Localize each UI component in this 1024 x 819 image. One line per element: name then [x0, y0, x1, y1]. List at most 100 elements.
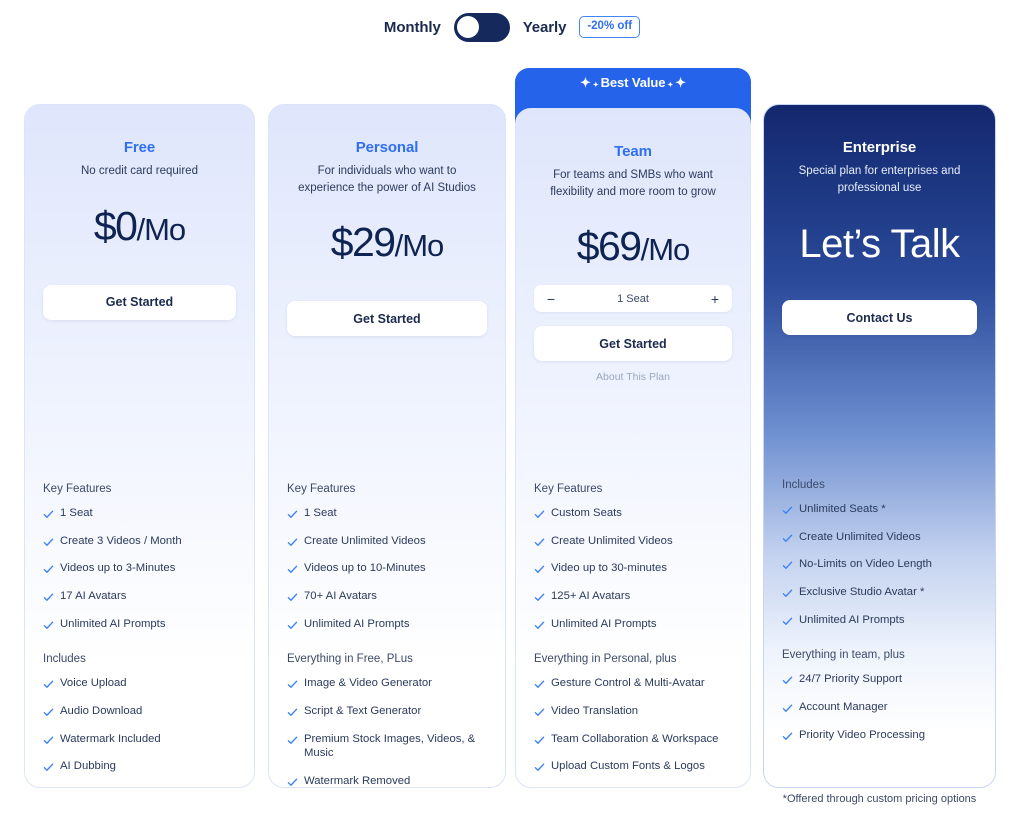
feature-list: Includes Unlimited Seats * Create Unlimi…	[782, 479, 981, 755]
feature-text: Premium Stock Images, Videos, & Music	[304, 732, 476, 760]
check-icon	[43, 509, 54, 520]
check-icon	[287, 537, 298, 548]
feature-item: Premium Stock Images, Videos, & Music	[287, 732, 491, 761]
check-icon	[287, 620, 298, 631]
price-period: /Mo	[640, 232, 691, 268]
feature-text: 24/7 Priority Support	[799, 673, 902, 686]
feature-item: Create Unlimited Videos	[287, 534, 491, 549]
check-icon	[534, 620, 545, 631]
feature-text: Create Unlimited Videos	[799, 530, 921, 543]
feature-text: Video Translation	[551, 705, 639, 718]
feature-text: No-Limits on Video Length	[799, 558, 932, 571]
feature-text: Unlimited AI Prompts	[304, 617, 410, 630]
plan-description: Special plan for enterprises and profess…	[798, 165, 961, 194]
feature-item: 1 Seat	[287, 506, 491, 521]
feature-item: Image & Video Generator	[287, 676, 491, 691]
yearly-discount-badge[interactable]: -20% off	[579, 15, 641, 39]
price-amount: $0	[93, 202, 138, 249]
feature-group-heading: Includes	[782, 479, 825, 491]
feature-text: Upload Custom Fonts & Logos	[551, 760, 705, 773]
check-icon	[43, 620, 54, 631]
sparkle-small-icon: ✦	[667, 82, 674, 89]
plan-name: Enterprise	[842, 139, 917, 156]
feature-item: Priority Video Processing	[782, 728, 981, 743]
get-started-button[interactable]: Get Started	[43, 284, 236, 320]
sparkle-small-icon: ✦	[592, 82, 599, 89]
check-icon	[43, 679, 54, 690]
feature-text: Team Collaboration & Workspace	[551, 732, 719, 745]
plan-description: For teams and SMBs who want flexibility …	[550, 169, 716, 198]
feature-item: Gesture Control & Multi-Avatar	[534, 676, 736, 691]
check-icon	[782, 675, 793, 686]
feature-item: Unlimited AI Prompts	[534, 617, 736, 632]
feature-item: Custom Seats	[534, 506, 736, 521]
check-icon	[43, 707, 54, 718]
feature-item: Video up to 30-minutes	[534, 561, 736, 576]
check-icon	[43, 762, 54, 773]
feature-item: Account Manager	[782, 700, 981, 715]
check-icon	[287, 564, 298, 575]
feature-group-heading: Key Features	[534, 483, 603, 495]
get-started-button[interactable]: Get Started	[287, 301, 487, 337]
feature-item: Unlimited AI Prompts	[782, 613, 981, 628]
pricing-card-enterprise: Enterprise Special plan for enterprises …	[763, 104, 996, 788]
feature-item: Video Translation	[534, 704, 736, 719]
billing-monthly-label: Monthly	[383, 18, 441, 36]
sparkle-icon: ✦	[675, 75, 686, 90]
feature-item: Create Unlimited Videos	[782, 530, 981, 545]
get-started-button[interactable]: Get Started	[534, 326, 732, 362]
feature-item: Exclusive Studio Avatar *	[782, 585, 981, 600]
contact-us-button[interactable]: Contact Us	[782, 300, 977, 336]
check-icon	[43, 537, 54, 548]
feature-text: Video up to 30-minutes	[551, 562, 667, 575]
feature-text: Script & Text Generator	[304, 705, 422, 718]
feature-item: Watermark Included	[43, 732, 240, 747]
feature-item: Unlimited Seats *	[782, 502, 981, 517]
feature-item: 1 Seat	[43, 506, 240, 521]
pricing-cards: ✦ ✦ Best Value ✦ ✦ Free No credit card r…	[0, 63, 1024, 803]
feature-item: AI Dubbing	[43, 759, 240, 774]
feature-text: Priority Video Processing	[799, 728, 925, 741]
feature-item: Upload Custom Fonts & Logos	[534, 759, 736, 774]
feature-item: Create 3 Videos / Month	[43, 534, 240, 549]
best-value-label: Best Value	[600, 75, 666, 90]
check-icon	[534, 762, 545, 773]
check-icon	[287, 707, 298, 718]
billing-yearly-label: Yearly	[522, 18, 567, 36]
feature-text: Videos up to 3-Minutes	[60, 562, 176, 575]
plan-name: Free	[123, 139, 156, 156]
feature-text: Account Manager	[799, 701, 888, 714]
feature-list: Key Features Custom Seats Create Unlimit…	[534, 483, 736, 788]
seat-increment-button[interactable]: +	[709, 292, 721, 306]
feature-text: 125+ AI Avatars	[551, 590, 631, 603]
feature-item: Watermark Removed	[287, 774, 491, 788]
check-icon	[287, 509, 298, 520]
feature-text: Brand Kit	[551, 787, 597, 788]
plan-price: $0/Mo	[43, 202, 236, 249]
seat-decrement-button[interactable]: −	[545, 292, 557, 306]
billing-period-switch[interactable]	[453, 12, 510, 42]
feature-item: Unlimited Photo Avatars	[43, 787, 240, 788]
check-icon	[782, 703, 793, 714]
plan-price: $29/Mo	[287, 222, 487, 263]
feature-list: Key Features 1 Seat Create 3 Videos / Mo…	[43, 483, 240, 788]
feature-item: Team Collaboration & Workspace	[534, 732, 736, 747]
feature-item: Voice Upload	[43, 676, 240, 691]
check-icon	[782, 731, 793, 742]
feature-text: Videos up to 10-Minutes	[304, 562, 426, 575]
feature-item: Script & Text Generator	[287, 704, 491, 719]
about-this-plan-link[interactable]: About This Plan	[534, 371, 732, 383]
price-period: /Mo	[394, 228, 445, 264]
feature-item: Audio Download	[43, 704, 240, 719]
feature-text: Watermark Removed	[304, 775, 411, 788]
seat-quantity-stepper[interactable]: − 1 Seat +	[534, 285, 732, 313]
check-icon	[534, 735, 545, 746]
plan-price: Let’s Talk	[782, 224, 977, 264]
feature-text: Unlimited AI Prompts	[60, 617, 166, 630]
check-icon	[534, 537, 545, 548]
check-icon	[534, 509, 545, 520]
pricing-card-personal: Personal For individuals who want to exp…	[268, 104, 506, 788]
plan-name: Personal	[355, 139, 419, 156]
check-icon	[43, 735, 54, 746]
check-icon	[534, 564, 545, 575]
